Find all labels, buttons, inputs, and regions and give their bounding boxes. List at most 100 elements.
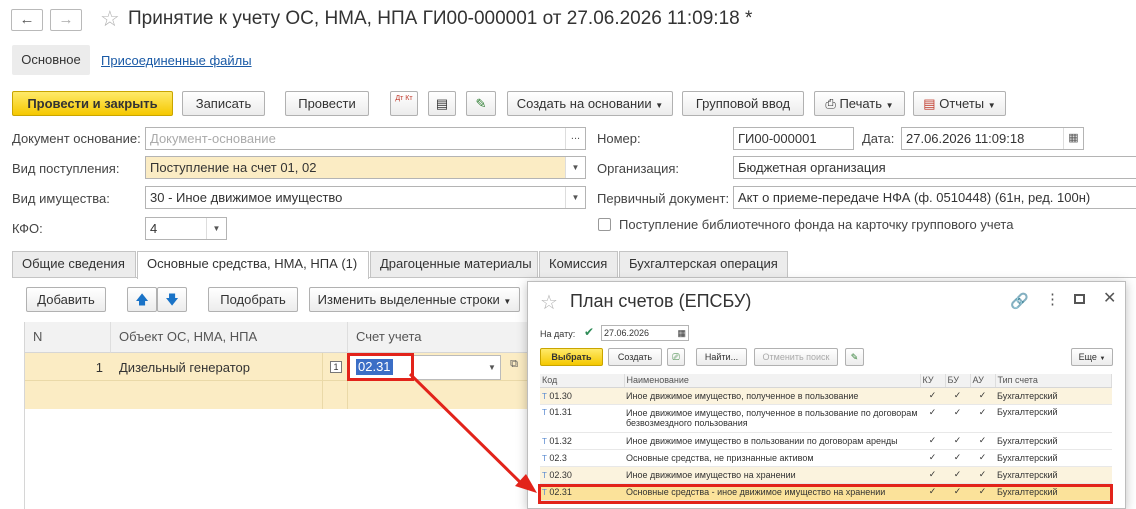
kfo-value: 4 bbox=[150, 221, 158, 236]
receipt-type-select[interactable]: Поступление на счет 01, 02 ▼ bbox=[145, 156, 586, 179]
table-row[interactable]: T 02.3 Основные средства, не признанные … bbox=[540, 449, 1112, 467]
edit-button[interactable]: ✎ bbox=[845, 348, 864, 366]
date-value: 27.06.2026 11:09:18 bbox=[906, 131, 1025, 146]
table-row[interactable]: T 01.30 Иное движимое имущество, получен… bbox=[540, 387, 1112, 405]
tab-accounting-operation[interactable]: Бухгалтерская операция bbox=[619, 251, 788, 277]
print-button[interactable]: ⎙ Печать ▼ bbox=[814, 91, 905, 116]
property-type-value: 30 - Иное движимое имущество bbox=[150, 190, 343, 205]
maximize-icon[interactable] bbox=[1074, 294, 1085, 304]
cancel-search-button[interactable]: Отменить поиск bbox=[754, 348, 838, 366]
col-header-account[interactable]: Счет учета bbox=[348, 322, 533, 353]
number-label: Номер: bbox=[597, 131, 641, 146]
table-row[interactable]: T 01.32 Иное движимое имущество в пользо… bbox=[540, 432, 1112, 450]
reports-button[interactable]: ▤ Отчеты ▼ bbox=[913, 91, 1006, 116]
dropdown-arrow-icon: ▼ bbox=[655, 101, 664, 110]
calendar-icon[interactable]: ▦ bbox=[1063, 128, 1083, 149]
open-icon[interactable]: ⧉ bbox=[506, 358, 522, 374]
ku-check-icon: ✓ bbox=[920, 466, 945, 484]
find-button[interactable]: Найти... bbox=[696, 348, 747, 366]
dropdown-arrow-icon[interactable]: ▼ bbox=[565, 157, 585, 178]
table-row[interactable]: T 02.30 Иное движимое имущество на хране… bbox=[540, 466, 1112, 484]
account-code: 02.3 bbox=[549, 452, 567, 463]
highlight-account-cell bbox=[347, 353, 414, 381]
post-and-close-button[interactable]: Провести и закрыть bbox=[12, 91, 173, 116]
list-button[interactable]: ▤ bbox=[428, 91, 456, 116]
write-button[interactable]: Записать bbox=[182, 91, 265, 116]
account-icon: T bbox=[542, 407, 547, 417]
dropdown-arrow-icon[interactable]: ▼ bbox=[565, 187, 585, 208]
add-row-button[interactable]: Добавить bbox=[26, 287, 106, 312]
col-header-au[interactable]: АУ bbox=[970, 374, 996, 388]
account-code: 02.30 bbox=[549, 469, 572, 480]
bu-check-icon: ✓ bbox=[945, 387, 970, 405]
dialog-date-field[interactable]: 27.06.2026 ▦ bbox=[601, 325, 689, 341]
dropdown-arrow-icon[interactable]: ▼ bbox=[484, 356, 500, 379]
dt-kt-button[interactable]: Дт Кт bbox=[390, 91, 418, 116]
copy-button[interactable]: ⎚ bbox=[667, 348, 685, 366]
bu-check-icon: ✓ bbox=[945, 432, 970, 450]
more-label: Еще bbox=[1078, 352, 1097, 362]
create-button[interactable]: Создать bbox=[608, 348, 662, 366]
dialog-title: План счетов (ЕПСБУ) bbox=[570, 291, 752, 311]
create-based-on-button[interactable]: Создать на основании ▼ bbox=[507, 91, 673, 116]
property-type-select[interactable]: 30 - Иное движимое имущество ▼ bbox=[145, 186, 586, 209]
account-name: Иное движимое имущество в пользовании по… bbox=[624, 432, 920, 450]
tab-fixed-assets[interactable]: Основные средства, НМА, НПА (1) bbox=[137, 251, 369, 279]
close-icon[interactable]: ✕ bbox=[1103, 288, 1116, 308]
library-fund-checkbox[interactable] bbox=[598, 218, 611, 231]
doc-basis-field[interactable]: Документ-основание ... bbox=[145, 127, 586, 150]
tab-precious-materials[interactable]: Драгоценные материалы bbox=[370, 251, 538, 277]
bu-check-icon: ✓ bbox=[945, 449, 970, 467]
account-name: Иное движимое имущество на хранении bbox=[624, 466, 920, 484]
back-button[interactable]: ← bbox=[11, 9, 43, 31]
date-enabled-checkbox[interactable]: ✔ bbox=[584, 325, 594, 339]
printer-icon: ⎙ bbox=[825, 96, 836, 111]
col-header-bu[interactable]: БУ bbox=[945, 374, 971, 388]
page-title: Принятие к учету ОС, НМА, НПА ГИ00-00000… bbox=[128, 8, 753, 29]
arrow-down-icon: 🡇 bbox=[165, 292, 179, 307]
date-field[interactable]: 27.06.2026 11:09:18 ▦ bbox=[901, 127, 1084, 150]
pen-icon: ✎ bbox=[850, 352, 859, 362]
ellipsis-button[interactable]: ... bbox=[565, 128, 585, 149]
col-header-name[interactable]: Наименование bbox=[624, 374, 921, 388]
change-selected-rows-button[interactable]: Изменить выделенные строки ▼ bbox=[309, 287, 520, 312]
section-main[interactable]: Основное bbox=[12, 45, 90, 75]
chart-of-accounts-dialog: ☆ План счетов (ЕПСБУ) 🔗 ⋮ ✕ На дату: ✔ 2… bbox=[527, 281, 1126, 509]
post-button[interactable]: Провести bbox=[285, 91, 369, 116]
more-vertical-icon[interactable]: ⋮ bbox=[1045, 290, 1060, 308]
col-header-n[interactable]: N bbox=[25, 322, 111, 353]
org-field[interactable]: Бюджетная организация bbox=[733, 156, 1136, 179]
row-object-name[interactable]: Дизельный генератор bbox=[119, 360, 250, 375]
kfo-select[interactable]: 4 ▼ bbox=[145, 217, 227, 240]
move-down-button[interactable]: 🡇 bbox=[157, 287, 187, 312]
section-attached-files[interactable]: Присоединенные файлы bbox=[101, 53, 252, 68]
ku-check-icon: ✓ bbox=[920, 449, 945, 467]
table-row[interactable]: T 01.31 Иное движимое имущество, получен… bbox=[540, 404, 1112, 433]
tab-commission[interactable]: Комиссия bbox=[539, 251, 618, 277]
dropdown-arrow-icon[interactable]: ▼ bbox=[206, 218, 226, 239]
number-field[interactable]: ГИ00-000001 bbox=[733, 127, 854, 150]
more-button[interactable]: Еще ▼ bbox=[1071, 348, 1113, 366]
dropdown-arrow-icon: ▼ bbox=[885, 101, 894, 110]
select-button[interactable]: Выбрать bbox=[540, 348, 603, 366]
reports-label: Отчеты bbox=[939, 96, 985, 111]
au-check-icon: ✓ bbox=[970, 387, 995, 405]
tab-general[interactable]: Общие сведения bbox=[12, 251, 136, 277]
favorite-star-icon[interactable]: ☆ bbox=[540, 290, 558, 315]
group-input-button[interactable]: Групповой ввод bbox=[682, 91, 804, 116]
col-header-ku[interactable]: КУ bbox=[920, 374, 946, 388]
edit-button[interactable]: ✎ bbox=[466, 91, 496, 116]
calendar-icon[interactable]: ▦ bbox=[677, 326, 686, 340]
col-header-type[interactable]: Тип счета bbox=[995, 374, 1112, 388]
col-header-code[interactable]: Код bbox=[540, 374, 625, 388]
link-icon[interactable]: 🔗 bbox=[1010, 292, 1029, 310]
favorite-star-icon[interactable]: ☆ bbox=[100, 6, 120, 32]
pick-button[interactable]: Подобрать bbox=[208, 287, 298, 312]
account-type: Бухгалтерский bbox=[995, 432, 1112, 450]
forward-button[interactable]: → bbox=[50, 9, 82, 31]
col-header-object[interactable]: Объект ОС, НМА, НПА bbox=[111, 322, 348, 353]
primary-doc-field[interactable]: Акт о приеме-передаче НФА (ф. 0510448) (… bbox=[733, 186, 1136, 209]
chart-icon: ▤ bbox=[923, 96, 936, 111]
au-check-icon: ✓ bbox=[970, 449, 995, 467]
move-up-button[interactable]: 🡅 bbox=[127, 287, 157, 312]
